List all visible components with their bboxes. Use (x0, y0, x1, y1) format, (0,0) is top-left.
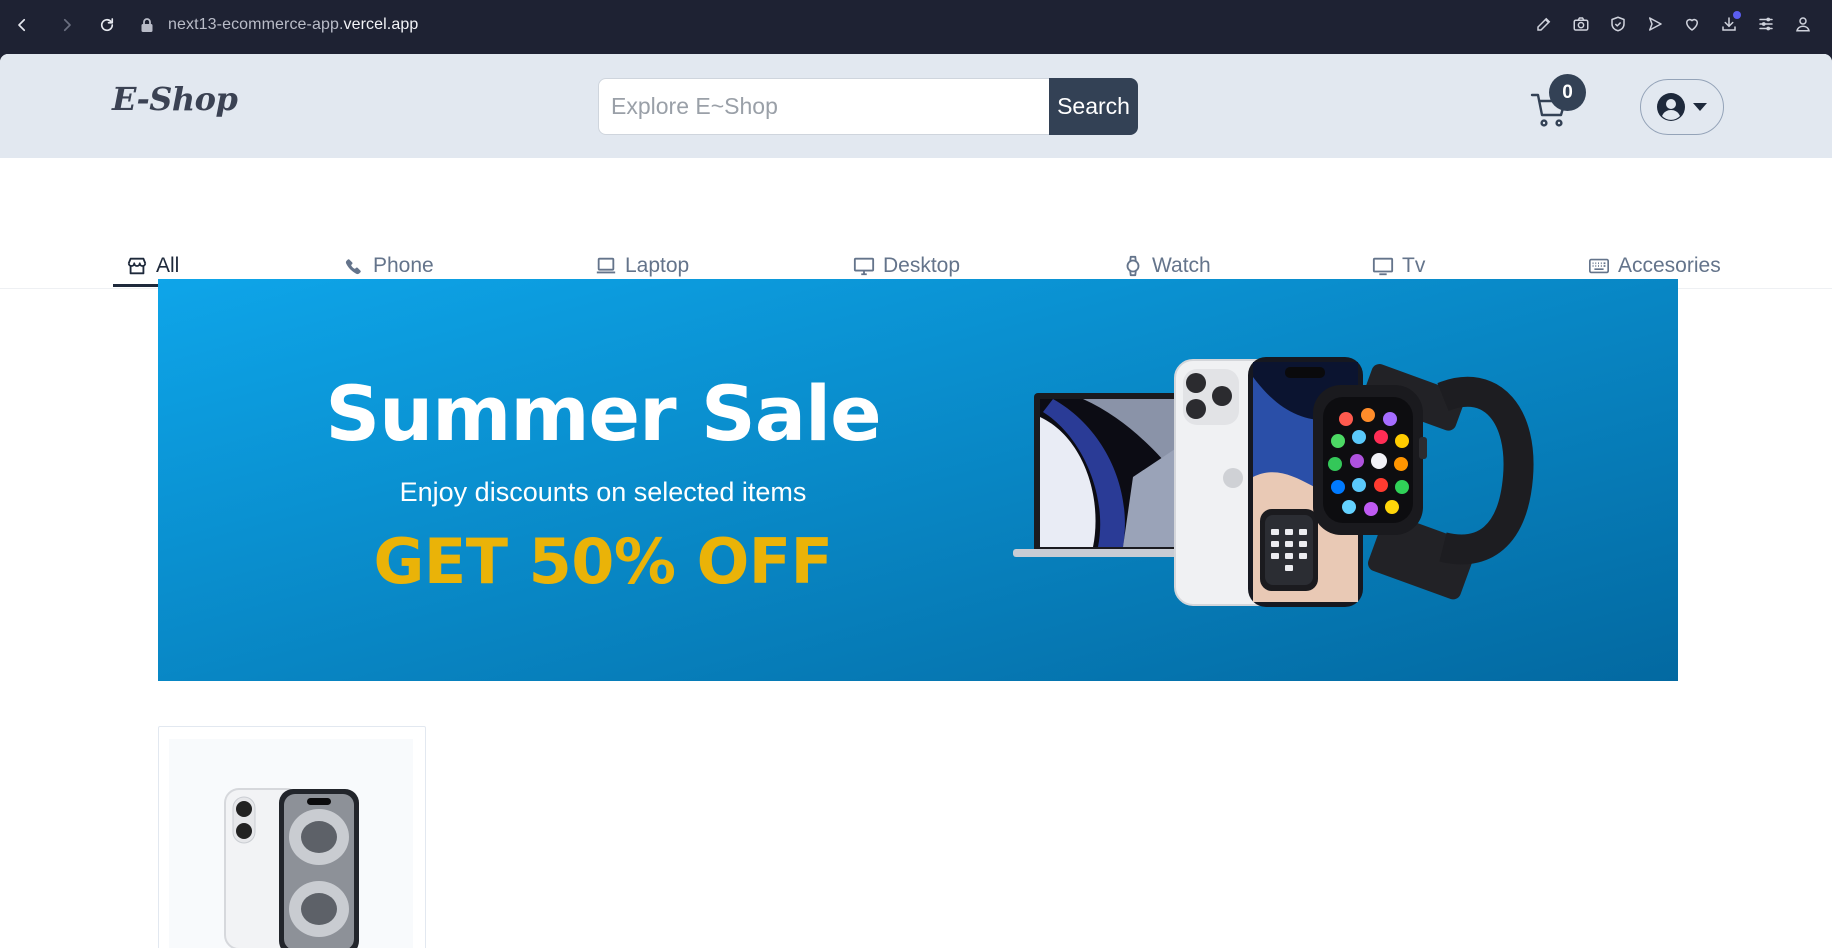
user-circle-icon (1657, 93, 1685, 121)
keyboard-icon (1589, 258, 1609, 274)
smartphone-product-image (224, 788, 359, 948)
send-icon (1649, 17, 1662, 31)
phone-icon (345, 259, 361, 275)
category-label: Laptop (625, 254, 690, 277)
profile-button[interactable] (1794, 14, 1812, 34)
site-logo[interactable]: E-Shop (112, 80, 238, 118)
category-label: Tv (1402, 254, 1426, 277)
category-label: Desktop (883, 254, 961, 277)
sliders-icon (1759, 17, 1773, 31)
watch-icon (1126, 255, 1140, 277)
search-input[interactable] (598, 78, 1050, 135)
shield-button[interactable] (1609, 14, 1627, 34)
laptop-icon (596, 257, 616, 274)
banner-title: Summer Sale (325, 369, 881, 458)
back-button[interactable] (10, 13, 34, 37)
promo-banner[interactable]: Summer Sale Enjoy discounts on selected … (158, 279, 1678, 681)
product-card[interactable] (158, 726, 426, 948)
browser-toolbar: next13-ecommerce-app.vercel.app (0, 0, 1832, 52)
screenshot-button[interactable] (1572, 14, 1590, 34)
web-page: E-Shop Search 0 All Phone Laptop Desktop (0, 54, 1832, 948)
forward-arrow-icon (63, 18, 71, 32)
caret-down-icon (1693, 103, 1707, 111)
reload-icon (100, 18, 114, 32)
category-nav: All Phone Laptop Desktop Watch Tv Acceso… (0, 158, 1832, 289)
downloads-button[interactable] (1720, 11, 1741, 34)
address-bar[interactable]: next13-ecommerce-app.vercel.app (140, 12, 418, 38)
laptop-phone-watch-illustration (1013, 357, 1534, 607)
cart-count-badge: 0 (1549, 74, 1586, 111)
send-button[interactable] (1646, 14, 1664, 34)
camera-icon (1573, 17, 1589, 31)
category-label: All (156, 254, 180, 277)
url-domain: vercel.app (343, 16, 419, 33)
tv-icon (1372, 257, 1394, 276)
url-text: next13-ecommerce-app.vercel.app (168, 16, 418, 34)
shield-check-icon (1611, 16, 1625, 32)
category-label: Accesories (1618, 254, 1721, 277)
store-icon (127, 257, 147, 275)
back-arrow-icon (18, 18, 26, 32)
edit-page-button[interactable] (1535, 14, 1553, 34)
category-label: Phone (373, 254, 434, 277)
forward-button[interactable] (55, 13, 79, 37)
user-menu-button[interactable] (1640, 79, 1724, 135)
notification-dot (1733, 11, 1741, 19)
reload-button[interactable] (95, 13, 119, 37)
product-image-area (169, 739, 413, 948)
browser-extension-icons (1535, 11, 1812, 34)
favorites-button[interactable] (1683, 14, 1701, 34)
url-prefix: next13-ecommerce-app. (168, 16, 344, 33)
easy-setup-button[interactable] (1757, 14, 1775, 34)
heart-icon (1686, 18, 1698, 31)
site-header: E-Shop Search 0 (0, 54, 1832, 158)
banner-offer: GET 50% OFF (373, 525, 833, 598)
banner-subtitle: Enjoy discounts on selected items (399, 477, 807, 507)
search-button[interactable]: Search (1049, 78, 1138, 135)
lock-icon (141, 18, 153, 32)
category-label: Watch (1152, 254, 1211, 277)
desktop-icon (853, 257, 875, 276)
edit-icon (1537, 17, 1551, 31)
person-icon (1796, 17, 1810, 32)
